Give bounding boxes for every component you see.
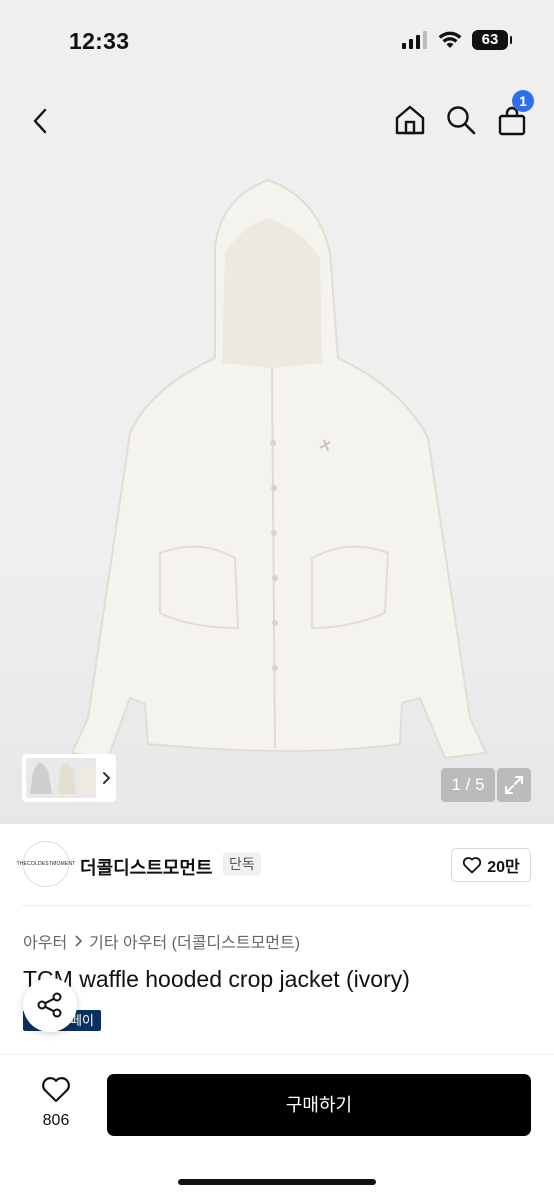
seller-like-button[interactable]: 20만	[451, 848, 531, 882]
seller-avatar-logo-text: THECOLDESTMOMENT	[16, 861, 76, 867]
product-image[interactable]	[0, 158, 554, 824]
seller-avatar[interactable]: THECOLDESTMOMENT	[16, 841, 75, 887]
status-icons: 63	[402, 30, 512, 50]
status-time: 12:33	[69, 28, 130, 54]
cart-button[interactable]: 1	[496, 90, 534, 136]
bottom-like-button[interactable]: 806	[30, 1075, 82, 1130]
page-indicator: 1 / 5	[441, 768, 495, 802]
search-button[interactable]	[444, 103, 478, 137]
expand-button[interactable]	[497, 768, 531, 802]
seller-row[interactable]: THECOLDESTMOMENT 더콜디스트모먼트 단독 20만	[0, 824, 554, 906]
battery-indicator: 63	[472, 30, 512, 50]
product-title: TCM waffle hooded crop jacket (ivory)	[23, 966, 410, 992]
buy-button[interactable]: 구매하기	[107, 1074, 531, 1136]
exclusive-badge: 단독	[223, 852, 261, 876]
expand-icon	[505, 776, 523, 794]
seller-like-count: 20만	[487, 859, 520, 876]
home-icon	[395, 105, 425, 135]
home-indicator	[178, 1179, 376, 1185]
thumbnail-strip[interactable]	[22, 754, 116, 802]
breadcrumb-level2[interactable]: 기타 아우터 (더콜디스트모먼트)	[89, 929, 300, 953]
thumbnail-image[interactable]	[26, 758, 96, 798]
breadcrumb-level1[interactable]: 아우터	[23, 929, 67, 953]
chevron-right-icon	[75, 935, 83, 947]
heart-icon	[463, 857, 482, 874]
breadcrumb: 아우터 기타 아우터 (더콜디스트모먼트)	[23, 929, 300, 953]
bottom-like-count: 806	[42, 1112, 70, 1129]
thumbnail-jackets	[30, 763, 94, 794]
share-button[interactable]	[23, 978, 77, 1032]
top-nav: 1	[0, 84, 554, 158]
share-icon	[37, 992, 62, 1018]
heart-icon	[42, 1077, 70, 1103]
signal-icon	[402, 31, 427, 49]
home-button[interactable]	[393, 103, 427, 137]
divider	[22, 905, 532, 906]
wifi-icon	[438, 31, 462, 48]
cart-badge: 1	[512, 90, 534, 112]
hooded-jacket-image	[70, 178, 488, 760]
seller-name[interactable]: 더콜디스트모먼트	[80, 854, 212, 880]
back-icon	[33, 108, 47, 134]
status-bar: 12:33 63	[0, 0, 554, 84]
chevron-right-icon[interactable]	[100, 770, 114, 786]
back-button[interactable]	[24, 104, 56, 138]
search-icon	[447, 106, 476, 135]
